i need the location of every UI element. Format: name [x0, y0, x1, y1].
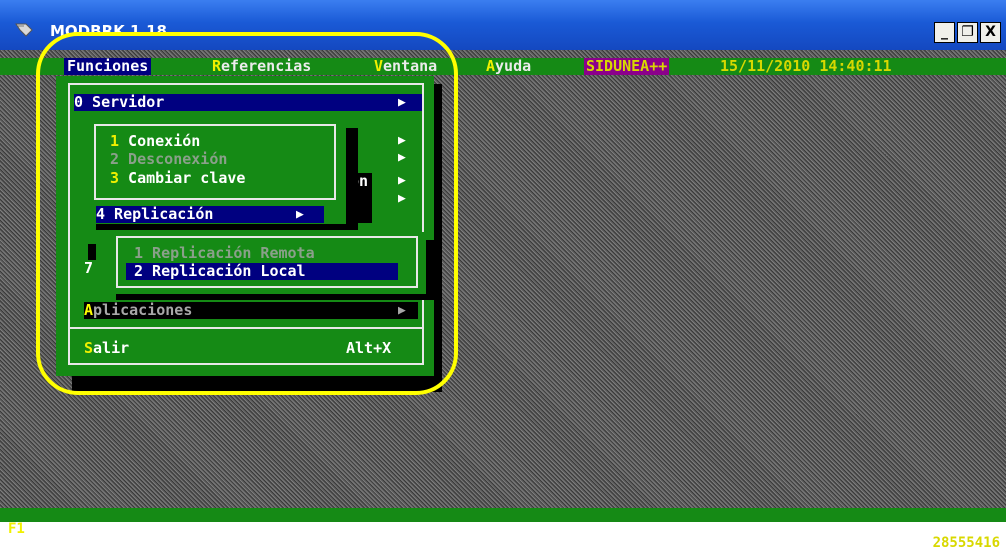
salir-shortcut: Alt+X: [346, 339, 392, 357]
menu-item-replicacion-local[interactable]: 2 Replicación Local: [126, 263, 398, 280]
menu-separator: [68, 327, 424, 329]
shadow-fragment: [88, 244, 96, 260]
menu-ayuda[interactable]: Ayuda: [486, 58, 531, 75]
menu-border: [68, 83, 424, 85]
arrow-right-icon: ▶: [398, 133, 406, 148]
app-icon: [15, 23, 33, 37]
menu-referencias[interactable]: Referencias: [212, 58, 311, 75]
menu-border: [68, 363, 424, 365]
minimize-button[interactable]: _: [934, 22, 955, 43]
window-title: MODBRK 1.18: [50, 22, 167, 40]
submenu-border: [116, 236, 418, 238]
help-hint[interactable]: F1 Ayuda: [8, 522, 75, 536]
menu-item-servidor[interactable]: 0 Servidor: [74, 94, 422, 111]
arrow-right-icon: ▶: [398, 191, 406, 206]
submenu-border: [416, 236, 418, 288]
arrow-right-icon: ▶: [398, 150, 406, 165]
arrow-right-icon: ▶: [398, 173, 406, 188]
submenu-border: [94, 124, 96, 200]
submenu-border: [334, 124, 336, 200]
menu-item-cambiar-clave[interactable]: 3 Cambiar clave: [110, 170, 245, 187]
menu-item-replicacion[interactable]: 4 Replicación: [96, 206, 324, 223]
arrow-right-icon: ▶: [398, 95, 406, 110]
sidunea-badge: SIDUNEA++: [584, 57, 670, 75]
window-titlebar: MODBRK 1.18 _ ❐ X: [0, 0, 1006, 50]
clock: 15/11/2010 14:40:11: [720, 57, 892, 75]
submenu-border: [116, 286, 418, 288]
menu-funciones[interactable]: Funciones: [64, 58, 152, 75]
arrow-right-icon: ▶: [398, 303, 406, 318]
statusbar: F1 Ayuda 28555416: [0, 508, 1006, 550]
menu-ventana[interactable]: Ventana: [374, 58, 437, 75]
menu-item-replicacion-remota[interactable]: 1 Replicación Remota: [134, 245, 315, 262]
menu-item-conexion[interactable]: 1 Conexión: [110, 133, 200, 150]
menu-item-salir[interactable]: Salir: [84, 340, 129, 357]
menu-item-aplicaciones[interactable]: Aplicaciones: [84, 302, 418, 319]
partial-item-number: 7: [84, 259, 94, 277]
submenu-border: [94, 124, 336, 126]
submenu-border: [116, 236, 118, 288]
menubar: Funciones Referencias Ventana Ayuda SIDU…: [0, 58, 1006, 75]
close-button[interactable]: X: [980, 22, 1001, 43]
restore-button[interactable]: ❐: [957, 22, 978, 43]
menu-border: [422, 83, 424, 365]
status-code: 28555416: [932, 535, 1000, 551]
menu-border: [68, 83, 70, 365]
arrow-right-icon: ▶: [296, 207, 304, 222]
menu-item-desconexion[interactable]: 2 Desconexión: [110, 151, 227, 168]
submenu-border: [94, 198, 336, 200]
